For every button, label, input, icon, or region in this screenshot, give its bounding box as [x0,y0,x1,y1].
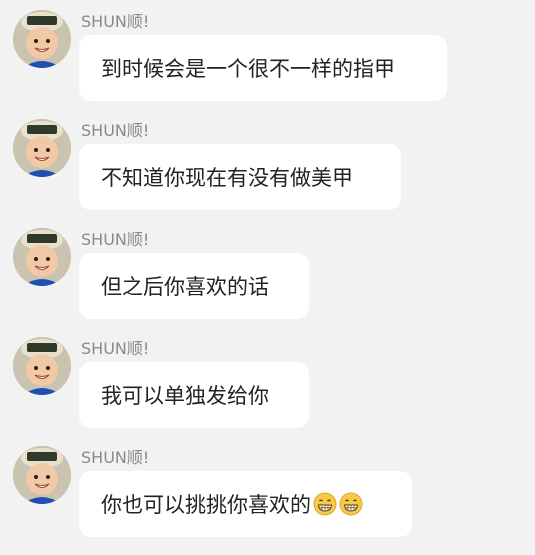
message-bubble[interactable]: 到时候会是一个很不一样的指甲 [79,35,447,101]
avatar[interactable] [13,119,71,177]
sender-name: SHUN顺! [81,448,150,467]
message-text: 到时候会是一个很不一样的指甲 [101,57,395,81]
message-text: 但之后你喜欢的话 [101,275,269,299]
sender-name: SHUN顺! [81,230,150,249]
message-bubble[interactable]: 但之后你喜欢的话 [79,253,309,319]
message-text: 不知道你现在有没有做美甲 [101,166,353,190]
chat-message: SHUN顺! 但之后你喜欢的话 [0,218,535,328]
avatar[interactable] [13,337,71,395]
sender-name: SHUN顺! [81,121,150,140]
avatar[interactable] [13,10,71,68]
sender-name: SHUN顺! [81,12,150,31]
chat-message: SHUN顺! 你也可以挑挑你喜欢的 [0,436,535,546]
message-text: 我可以单独发给你 [101,384,269,408]
message-bubble[interactable]: 不知道你现在有没有做美甲 [79,144,401,210]
message-bubble[interactable]: 我可以单独发给你 [79,362,309,428]
avatar[interactable] [13,228,71,286]
chat-message: SHUN顺! 到时候会是一个很不一样的指甲 [0,0,535,110]
sender-name: SHUN顺! [81,339,150,358]
avatar[interactable] [13,446,71,504]
chat-message: SHUN顺! 我可以单独发给你 [0,327,535,437]
message-bubble[interactable]: 你也可以挑挑你喜欢的 [79,471,412,537]
message-text: 你也可以挑挑你喜欢的 [101,493,311,517]
chat-message-list: SHUN顺! 到时候会是一个很不一样的指甲 SHUN顺! 不知道你现在有没有做美… [0,0,535,555]
chat-message: SHUN顺! 不知道你现在有没有做美甲 [0,109,535,219]
grinning-face-icon [313,492,337,516]
grinning-face-icon [339,492,363,516]
